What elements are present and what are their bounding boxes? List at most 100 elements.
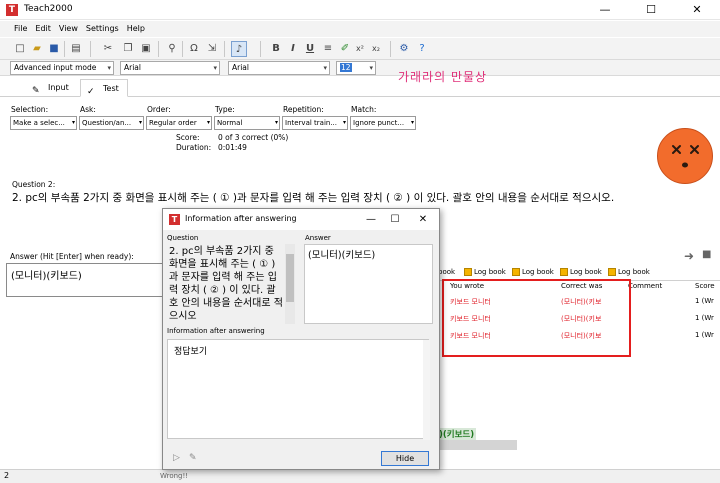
close-button[interactable]: ✕: [674, 0, 720, 20]
dialog-title-bar: T Information after answering — ☐ ✕: [163, 209, 439, 230]
italic-button[interactable]: I: [285, 41, 301, 57]
chevron-down-icon: ▾: [213, 64, 217, 72]
score-value: 0 of 3 correct (0%): [218, 133, 289, 142]
special-char-button[interactable]: Ω: [186, 41, 202, 57]
col-score: Score: [695, 282, 715, 290]
logbook-icon: [608, 268, 616, 276]
menu-edit[interactable]: Edit: [31, 21, 55, 37]
question-header: Question 2:: [12, 180, 56, 189]
title-bar: T Teach2000 — ☐ ✕: [0, 0, 720, 20]
status-bar: [0, 469, 720, 483]
info-dialog: T Information after answering — ☐ ✕ Ques…: [162, 208, 440, 470]
pencil-icon: ✎: [32, 86, 40, 96]
subscript-button[interactable]: x₂: [368, 41, 384, 57]
correct-answer-preview: )(키보드): [437, 428, 477, 440]
dialog-close-button[interactable]: ✕: [411, 209, 435, 230]
bold-button[interactable]: B: [268, 41, 284, 57]
match-select[interactable]: Ignore punct... ▾: [350, 116, 416, 130]
menu-settings[interactable]: Settings: [82, 21, 123, 37]
check-icon: ✓: [87, 87, 95, 97]
dialog-question-scrollbar[interactable]: [285, 244, 295, 324]
new-file-icon[interactable]: □: [12, 41, 28, 57]
save-icon[interactable]: ■: [46, 41, 62, 57]
handwritten-watermark: 가래라의 만물상: [398, 70, 488, 84]
superscript-button[interactable]: x²: [352, 41, 368, 57]
log-tab[interactable]: Log book: [510, 265, 554, 279]
play-icon[interactable]: ▷: [173, 453, 180, 463]
dialog-title: Information after answering: [185, 214, 297, 223]
dialog-maximize-button[interactable]: ☐: [383, 209, 407, 230]
hide-button[interactable]: Hide: [381, 451, 429, 466]
menu-help[interactable]: Help: [123, 21, 149, 37]
scrollbar-thumb[interactable]: [286, 254, 294, 302]
repetition-label: Repetition:: [283, 105, 324, 114]
chevron-down-icon: ▾: [273, 117, 278, 129]
dialog-question-text: 2. pc의 부속품 2가지 중 화면을 표시해 주는 ( ① )과 문자를 입…: [169, 246, 283, 322]
underline-button[interactable]: U: [302, 41, 318, 57]
paste-icon[interactable]: ▣: [138, 41, 154, 57]
input-mode-select[interactable]: Advanced input mode ▾: [10, 61, 114, 75]
maximize-button[interactable]: ☐: [628, 0, 674, 20]
logbook-icon: [512, 268, 520, 276]
log-tab[interactable]: Log book: [606, 265, 650, 279]
tab-test[interactable]: ✓ Test: [80, 79, 128, 97]
ask-select[interactable]: Question/an... ▾: [79, 116, 144, 130]
table-cell: 1 (Wr: [695, 314, 714, 322]
dialog-question-box[interactable]: 2. pc의 부속품 2가지 중 화면을 표시해 주는 ( ① )과 문자를 입…: [167, 244, 295, 324]
sound-button[interactable]: ♪: [231, 41, 247, 57]
dialog-info-text: 정답보기: [174, 347, 208, 357]
strikeout-icon[interactable]: ≡: [320, 41, 336, 57]
chevron-down-icon: ▾: [205, 117, 210, 129]
dialog-info-box[interactable]: 정답보기: [167, 339, 430, 440]
order-select[interactable]: Regular order ▾: [146, 116, 212, 130]
dialog-minimize-button[interactable]: —: [359, 209, 383, 230]
dialog-info-label: Information after answering: [167, 327, 265, 335]
match-label: Match:: [351, 105, 377, 114]
log-tab[interactable]: Log book: [462, 265, 506, 279]
repetition-select[interactable]: Interval train... ▾: [282, 116, 348, 130]
duration-label: Duration:: [176, 143, 212, 152]
chevron-down-icon: ▾: [369, 64, 373, 72]
help-icon[interactable]: ?: [414, 41, 430, 57]
menu-file[interactable]: File: [10, 21, 31, 37]
dialog-question-label: Question: [167, 234, 199, 242]
highlight-icon[interactable]: ✐: [337, 41, 353, 57]
chevron-down-icon: ▾: [409, 117, 414, 129]
col-comment: Comment: [628, 282, 663, 290]
font-select-2[interactable]: Arial ▾: [228, 61, 330, 75]
arrow-right-icon[interactable]: ➜: [684, 249, 694, 263]
font-size-select[interactable]: 12 ▾: [336, 61, 376, 75]
chevron-down-icon: ▾: [70, 117, 75, 129]
copy-icon[interactable]: ❐: [120, 41, 136, 57]
font-select-1[interactable]: Arial ▾: [120, 61, 220, 75]
dialog-answer-box[interactable]: (모니터)(키보드): [304, 244, 433, 324]
window-title: Teach2000: [24, 4, 73, 14]
app-logo: T: [6, 4, 18, 16]
print-icon[interactable]: ▤: [68, 41, 84, 57]
edit-icon[interactable]: ✎: [189, 453, 197, 463]
cut-icon[interactable]: ✂: [100, 41, 116, 57]
find-icon[interactable]: ⚲: [164, 41, 180, 57]
settings-icon[interactable]: ⚙: [396, 41, 412, 57]
type-select[interactable]: Normal ▾: [214, 116, 280, 130]
logbook-icon: [560, 268, 568, 276]
menu-view[interactable]: View: [55, 21, 82, 37]
minimize-button[interactable]: —: [582, 0, 628, 20]
toolbar: □ ▰ ■ ▤ ✂ ❐ ▣ ⚲ Ω ⇲ ♪ B I U ≡ ✐ x² x₂ ⚙ …: [0, 38, 720, 60]
selection-select[interactable]: Make a selec... ▾: [10, 116, 77, 130]
highlight-box: [442, 279, 631, 357]
stop-icon[interactable]: ■: [702, 249, 711, 260]
logbook-icon: [464, 268, 472, 276]
format-combo-row: Advanced input mode ▾ Arial ▾ Arial ▾ 12 ▾: [0, 60, 720, 76]
type-label: Type:: [215, 105, 235, 114]
selection-label: Selection:: [11, 105, 49, 114]
log-tab[interactable]: Log book: [558, 265, 602, 279]
insert-icon[interactable]: ⇲: [204, 41, 220, 57]
open-folder-icon[interactable]: ▰: [29, 41, 45, 57]
table-cell: 1 (Wr: [695, 331, 714, 339]
answer-label: Answer (Hit [Enter] when ready):: [10, 252, 134, 261]
table-cell: 1 (Wr: [695, 297, 714, 305]
dialog-info-scrollbar[interactable]: [423, 340, 430, 440]
duration-value: 0:01:49: [218, 143, 247, 152]
tab-input[interactable]: ✎ Input: [26, 79, 77, 97]
